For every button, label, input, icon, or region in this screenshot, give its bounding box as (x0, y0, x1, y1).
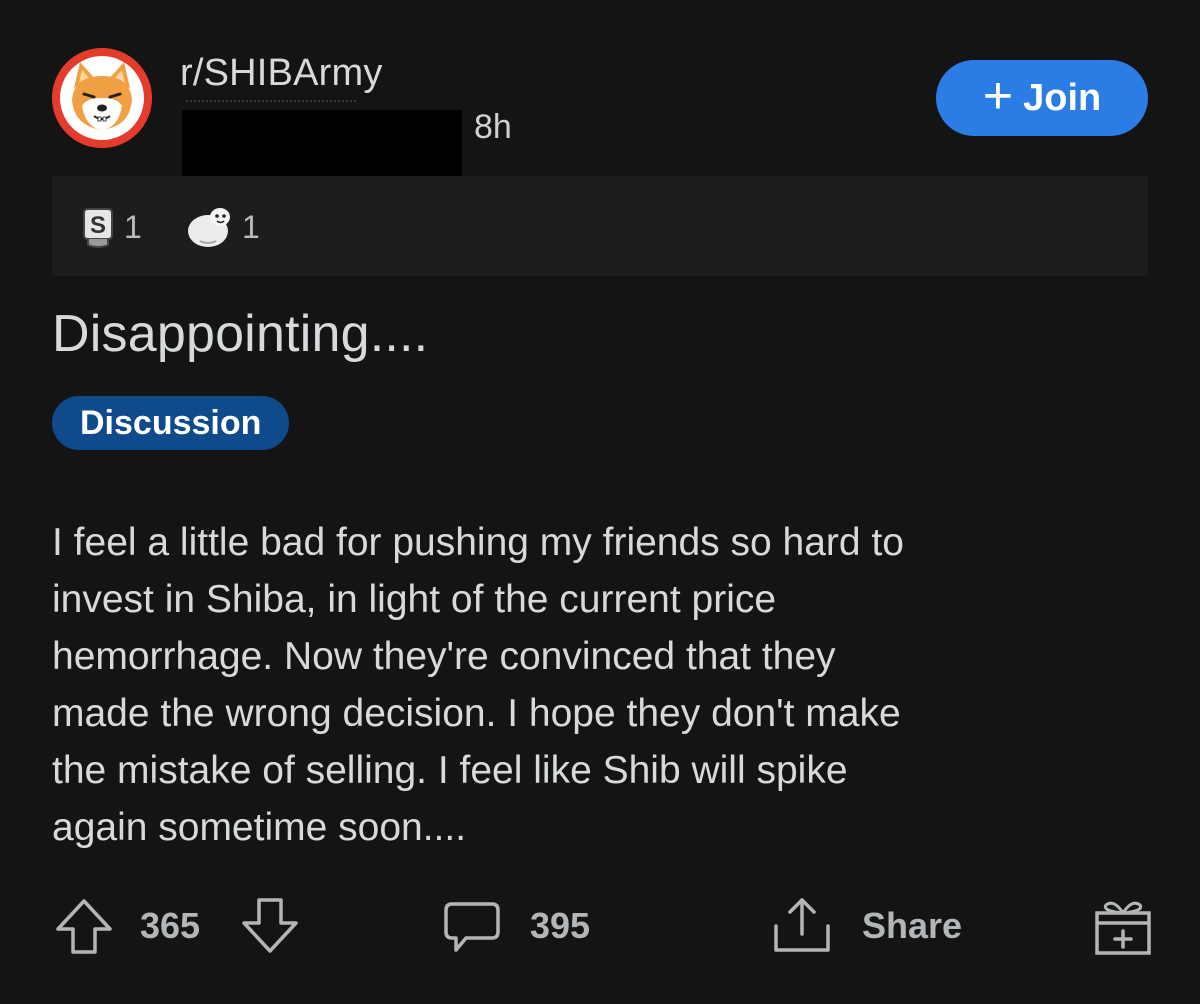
comments-button[interactable]: 395 (442, 886, 590, 966)
plus-icon: + (982, 67, 1014, 125)
subreddit-name[interactable]: r/SHIBArmy (180, 52, 383, 95)
post-body-line: hemorrhage. Now they're convinced that t… (52, 635, 836, 678)
post-body-line: made the wrong decision. I hope they don… (52, 692, 901, 735)
share-upload-icon (774, 898, 830, 952)
post-age: 8h (474, 108, 512, 146)
vote-count: 365 (140, 905, 201, 946)
post-body: I feel a little bad for pushing my frien… (52, 514, 1162, 856)
comment-count: 395 (530, 905, 591, 946)
post-body-line: I feel a little bad for pushing my frien… (52, 521, 904, 564)
vote-score: 365 (140, 886, 200, 966)
award-gift-button[interactable] (1092, 886, 1154, 966)
award-wholesome-count: 1 (242, 208, 260, 245)
award-silver[interactable]: S 1 (80, 200, 142, 254)
post-body-line: invest in Shiba, in light of the current… (52, 578, 777, 621)
redaction-edge (186, 100, 356, 110)
upvote-button[interactable] (54, 886, 114, 966)
upvote-arrow-icon (56, 899, 112, 954)
post-body-line: the mistake of selling. I feel like Shib… (52, 749, 848, 792)
award-silver-count: 1 (124, 208, 142, 245)
post-body-line: again sometime soon.... (52, 806, 467, 849)
silver-award-icon: S (83, 208, 113, 248)
post-flair[interactable]: Discussion (52, 396, 290, 450)
join-button-label: Join (1023, 76, 1102, 119)
svg-text:S: S (90, 212, 106, 239)
subreddit-avatar[interactable] (52, 48, 152, 148)
awards-bar[interactable]: S 1 1 (52, 176, 1148, 276)
post-action-bar: 365 395 Share (0, 886, 1200, 966)
share-button[interactable]: Share (770, 886, 962, 966)
shiba-inu-logo-icon (52, 48, 152, 148)
share-label: Share (862, 905, 963, 946)
award-wholesome[interactable]: 1 (186, 200, 260, 254)
join-button[interactable]: + Join (936, 60, 1148, 136)
wholesome-seal-award-icon (188, 208, 230, 247)
comment-bubble-icon (444, 902, 500, 952)
downvote-arrow-icon (242, 898, 298, 953)
post-title[interactable]: Disappointing.... (52, 304, 428, 364)
downvote-button[interactable] (240, 886, 300, 966)
gift-award-icon (1095, 901, 1151, 955)
